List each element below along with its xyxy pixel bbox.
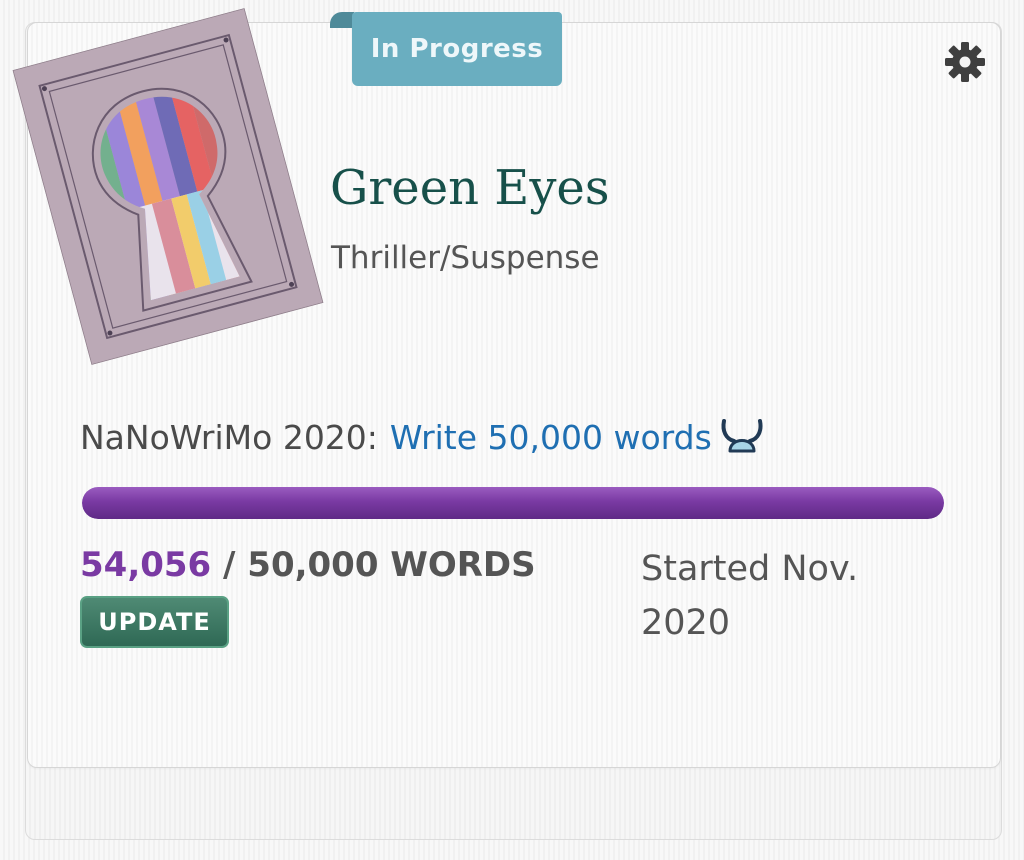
viking-helmet-icon [721,419,763,453]
word-count-separator: / [211,545,248,585]
project-title[interactable]: Green Eyes [330,160,609,216]
update-button[interactable]: UPDATE [80,596,229,648]
project-genre: Thriller/Suspense [331,240,600,276]
gear-icon[interactable] [944,41,986,83]
status-badge: In Progress [352,12,562,86]
progress-bar-fill [82,487,944,519]
progress-bar [82,487,944,519]
word-count-current: 54,056 [80,545,212,585]
started-date: Started Nov. 2020 [641,549,859,643]
word-count: 54,056 / 50,000 WORDS [80,545,536,585]
goal-event-label: NaNoWriMo 2020: [80,417,378,457]
goal-line: NaNoWriMo 2020: Write 50,000 words [80,417,764,457]
status-tab-fold [330,12,354,28]
goal-link[interactable]: Write 50,000 words [390,418,712,457]
word-count-goal: 50,000 WORDS [247,545,536,585]
